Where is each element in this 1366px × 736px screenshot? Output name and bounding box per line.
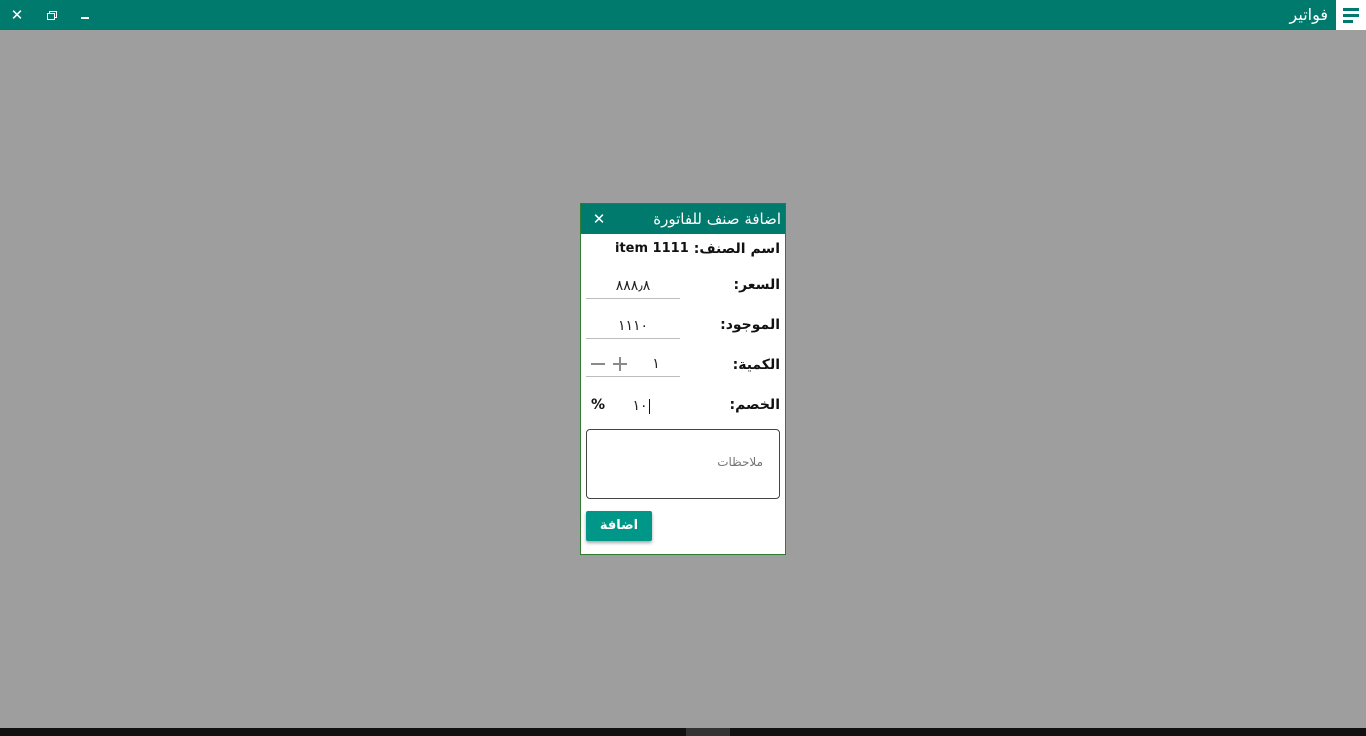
increment-button[interactable] xyxy=(610,352,630,376)
add-item-dialog: اضافة صنف للفاتورة ✕ اسم الصنف: item 111… xyxy=(580,203,786,555)
window-close-button[interactable]: ✕ xyxy=(0,0,34,30)
price-field[interactable]: ٨٨٨٫٨ xyxy=(586,274,680,299)
quantity-label: الكمية: xyxy=(732,357,780,373)
item-name-label: اسم الصنف: xyxy=(693,241,780,257)
notes-textarea[interactable]: ملاحظات xyxy=(586,429,780,499)
dialog-close-button[interactable]: ✕ xyxy=(589,204,609,234)
discount-label: الخصم: xyxy=(729,397,780,413)
close-icon: ✕ xyxy=(10,6,24,24)
dialog-title: اضافة صنف للفاتورة xyxy=(653,210,781,228)
item-name-value: item 1111 xyxy=(615,241,689,256)
quantity-stepper: ١ xyxy=(586,352,680,377)
title-bar: ✕ فواتير xyxy=(0,0,1366,30)
app-title: فواتير xyxy=(1289,5,1328,24)
hamburger-icon xyxy=(1343,7,1359,11)
taskbar-active-item[interactable] xyxy=(686,728,730,736)
stock-label: الموجود: xyxy=(720,317,780,333)
menu-button[interactable] xyxy=(1336,0,1366,30)
quantity-value[interactable]: ١ xyxy=(636,352,676,376)
add-button[interactable]: اضافة xyxy=(586,511,652,541)
stock-field: ١١١٠ xyxy=(586,314,680,339)
close-icon: ✕ xyxy=(592,210,606,228)
minimize-icon xyxy=(81,17,89,19)
notes-placeholder: ملاحظات xyxy=(717,455,763,469)
minus-icon xyxy=(591,363,605,365)
price-label: السعر: xyxy=(733,277,780,293)
discount-value: ١٠ xyxy=(632,398,648,414)
discount-percent-sign: % xyxy=(591,397,606,413)
taskbar xyxy=(0,728,1366,736)
window-restore-button[interactable] xyxy=(34,0,68,30)
restore-icon xyxy=(46,11,57,20)
decrement-button[interactable] xyxy=(588,352,608,376)
discount-input[interactable]: ١٠ xyxy=(621,394,661,418)
dialog-header: اضافة صنف للفاتورة ✕ xyxy=(581,204,785,234)
window-minimize-button[interactable] xyxy=(68,0,102,30)
text-caret xyxy=(648,398,650,414)
